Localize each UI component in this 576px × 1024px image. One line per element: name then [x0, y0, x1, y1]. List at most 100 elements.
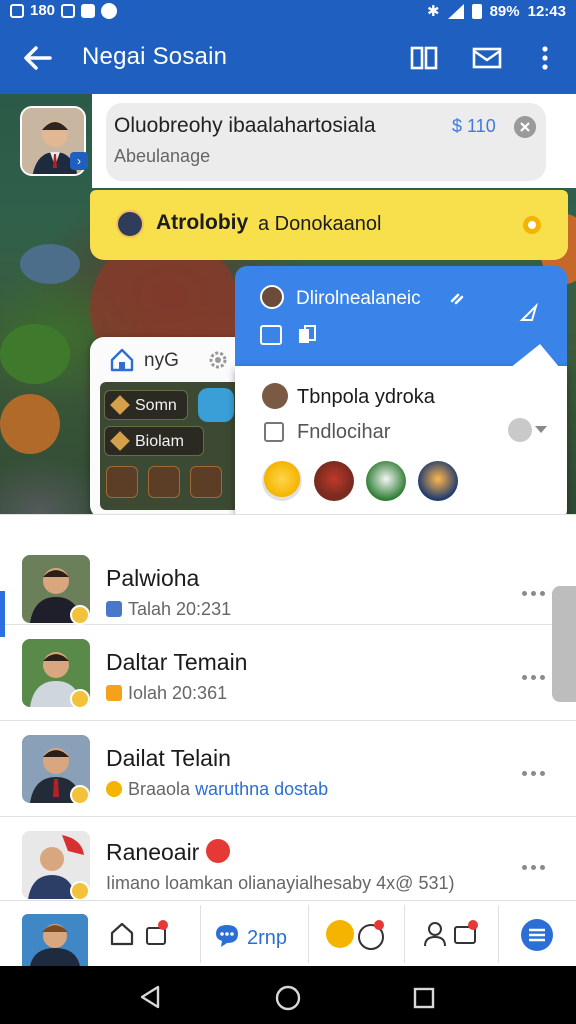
smile-emoji[interactable] [262, 461, 302, 501]
message-title: Oluobreohy ibaalahartosiala [114, 114, 376, 137]
banner-text: a Donokaanol [258, 213, 382, 235]
home-circle-icon[interactable] [274, 984, 302, 1012]
notification-dot [468, 920, 478, 930]
chat-name: Daltar Temain [106, 649, 248, 675]
message-price: $ 110 [452, 116, 496, 136]
recents-square-icon[interactable] [412, 986, 436, 1010]
alert-icon [101, 2, 118, 19]
chat-preview: Iolah 20:361 [106, 683, 227, 704]
more-horizontal-icon[interactable] [522, 667, 552, 680]
copy-icon[interactable] [296, 324, 318, 346]
verified-badge [70, 881, 90, 901]
nav-label[interactable]: 2rnp [247, 927, 287, 950]
page-title: Negai Sosain [82, 43, 228, 70]
scrollbar[interactable] [552, 586, 576, 702]
wink-emoji[interactable] [418, 461, 458, 501]
mail-icon[interactable] [469, 40, 505, 76]
chat-row[interactable]: Dailat Telain Braaola waruthna dostab [0, 721, 576, 817]
card-notch [510, 344, 560, 368]
inventory-button-label: Somn [135, 397, 177, 414]
profile-avatar[interactable] [22, 914, 88, 966]
notification-dot [158, 920, 168, 930]
inventory-slot[interactable] [148, 466, 180, 498]
chat-name: Dailat Telain [106, 745, 231, 771]
checkbox[interactable] [264, 422, 284, 442]
top-app-bar: Negai Sosain [0, 22, 576, 94]
verified-badge [70, 785, 90, 805]
chevron-down-icon[interactable] [535, 426, 547, 433]
emoji-picker-icon[interactable] [508, 418, 532, 442]
inventory-slot[interactable] [106, 466, 138, 498]
book-icon[interactable] [406, 40, 442, 76]
bluetooth-icon: ✱ [427, 3, 440, 20]
app-icon [81, 3, 96, 18]
chat-row[interactable]: Raneoair Iimano loamkan olianayialhesaby… [0, 817, 576, 913]
heart-emoji[interactable] [314, 461, 354, 501]
chat-name-text: Raneoair [106, 839, 200, 865]
close-icon[interactable] [514, 116, 536, 138]
box-icon [61, 3, 76, 18]
chat-name: Palwioha [106, 565, 200, 591]
potion-icon [110, 431, 130, 451]
profile-portrait-icon [22, 914, 88, 966]
divider [498, 905, 499, 963]
more-horizontal-icon[interactable] [522, 857, 552, 870]
bell-icon[interactable] [519, 212, 545, 238]
divider [404, 905, 405, 963]
chat-preview: Braaola waruthna dostab [106, 779, 328, 800]
chat-preview-text: Talah 20:231 [128, 599, 232, 619]
more-vertical-icon[interactable] [527, 40, 563, 76]
image-icon[interactable] [260, 325, 282, 345]
chat-preview: Talah 20:231 [106, 599, 231, 620]
signal-icon [447, 3, 464, 19]
game-tree [0, 324, 70, 384]
chat-row[interactable]: Palwioha Talah 20:231 [0, 529, 576, 637]
reaction-card-avatar [262, 383, 288, 409]
emoji-icon[interactable] [326, 920, 354, 948]
status-left: 180 [10, 2, 118, 19]
sword-icon [110, 395, 130, 415]
back-triangle-icon[interactable] [138, 984, 162, 1010]
angry-emoji-icon [205, 839, 230, 863]
inventory-button-somn[interactable]: Somn [104, 390, 188, 420]
star-icon [106, 781, 122, 797]
game-water [20, 244, 80, 284]
menu-icon[interactable] [520, 918, 554, 952]
contacts-icon[interactable] [422, 920, 448, 948]
chat-name: Raneoair [106, 839, 230, 866]
chat-preview: Iimano loamkan olianayialhesaby 4x@ 531) [106, 873, 455, 893]
notification-icon [10, 3, 24, 18]
divider [200, 905, 201, 963]
chat-row[interactable]: Daltar Temain Iolah 20:361 [0, 625, 576, 721]
message-subtitle: Abeulanage [114, 146, 211, 166]
inventory-button-biolam[interactable]: Biolam [104, 426, 204, 456]
banner-bold-text: Atrolobiy [156, 211, 249, 234]
back-arrow-icon[interactable] [18, 38, 58, 78]
blue-card-title: Dlirolnealaneic [296, 288, 421, 309]
gear-icon[interactable] [206, 348, 230, 372]
fish-icon[interactable] [198, 388, 234, 422]
image-icon [106, 601, 122, 617]
divider [308, 905, 309, 963]
more-horizontal-icon[interactable] [522, 583, 552, 596]
send-icon[interactable] [518, 302, 540, 324]
game-house [0, 394, 60, 454]
chat-list: Palwioha Talah 20:231 Daltar Temain Iola… [0, 514, 576, 901]
home-icon[interactable] [108, 920, 136, 948]
verified-badge [70, 689, 90, 709]
home-icon[interactable] [108, 346, 136, 374]
battery-text: 89% [489, 2, 520, 20]
battery-icon [471, 3, 482, 19]
chat-preview-link[interactable]: waruthna dostab [195, 779, 328, 799]
gift-icon [106, 685, 122, 701]
inventory-slot[interactable] [190, 466, 222, 498]
inventory-button-label: Biolam [135, 433, 184, 450]
clock: 12:43 [527, 2, 566, 20]
more-horizontal-icon[interactable] [522, 763, 552, 776]
sad-emoji[interactable] [366, 461, 406, 501]
status-right: ✱ 89% 12:43 [427, 2, 566, 21]
status-left-text: 180 [30, 2, 56, 19]
messages-icon[interactable] [212, 920, 242, 950]
chat-preview-prefix: Braaola [128, 779, 191, 799]
link-icon[interactable] [448, 289, 468, 309]
